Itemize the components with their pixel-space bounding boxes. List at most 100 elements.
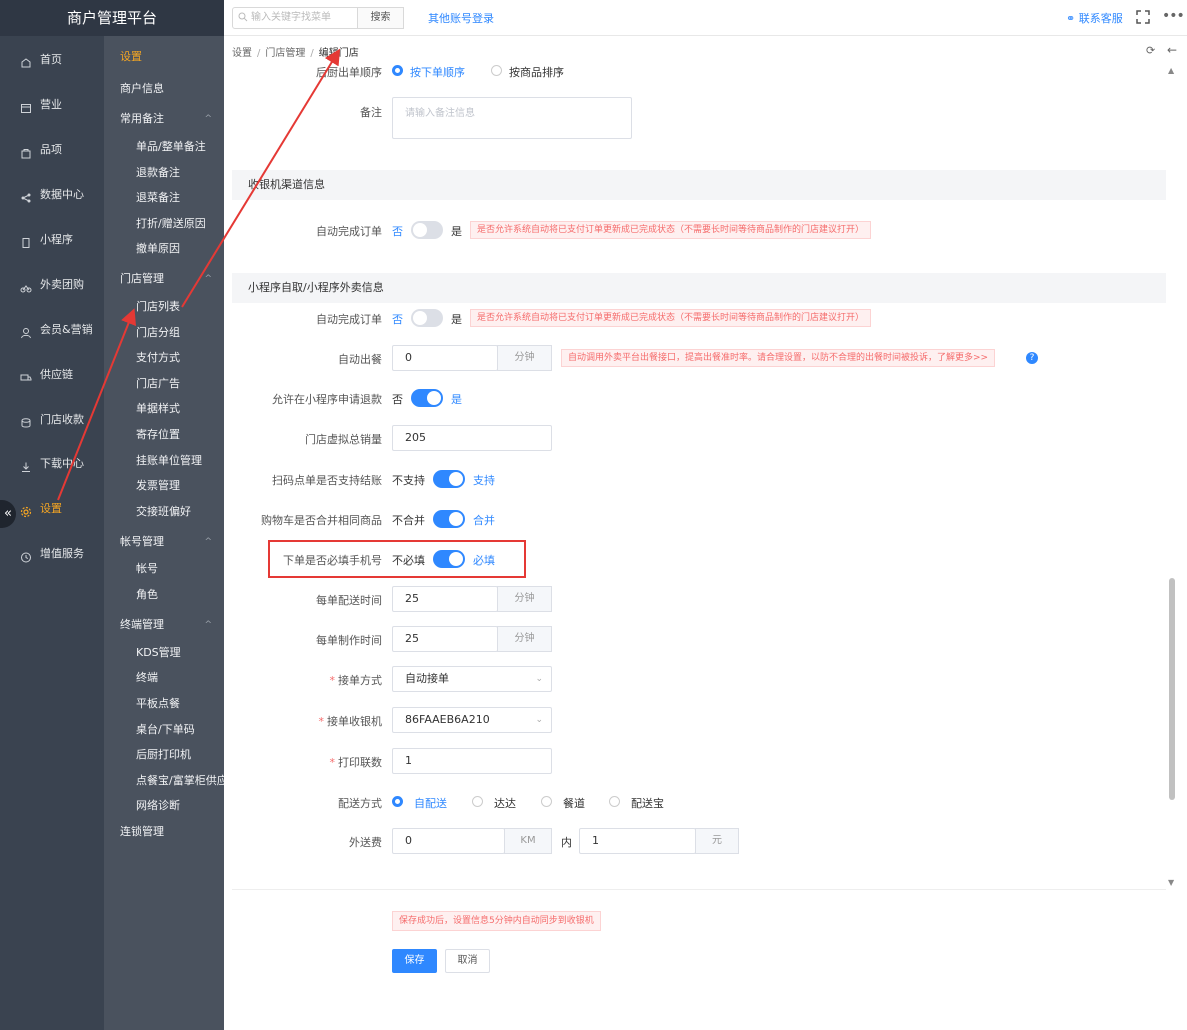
submenu-chain-management[interactable]: 连锁管理 [104,820,224,844]
scroll-up-icon[interactable]: ▲ [1168,66,1174,75]
submenu-item[interactable]: 点餐宝/富掌柜供应 [104,769,224,793]
more-icon[interactable]: ••• [1162,8,1185,24]
delivery-fee-input[interactable]: 1 [579,828,696,854]
submenu-item[interactable]: 挂账单位管理 [104,449,224,473]
save-sync-note: 保存成功后，设置信息5分钟内自动同步到收银机 [392,911,601,931]
nav-item-products[interactable]: 品项 [0,138,104,162]
radio-peisongbao[interactable] [609,796,620,807]
auto-complete-miniapp-toggle[interactable] [411,309,443,327]
submenu-item[interactable]: 单据样式 [104,397,224,421]
contact-support-link[interactable]: ⚭ 联系客服 [1066,10,1123,26]
nav-item-payments[interactable]: 门店收款 [0,408,104,432]
submenu-item[interactable]: 角色 [104,583,224,607]
submenu-item[interactable]: 发票管理 [104,474,224,498]
breadcrumb-current: 编辑门店 [318,48,359,59]
submenu-merchant-info[interactable]: 商户信息 [104,77,224,101]
submenu-item[interactable]: 单品/整单备注 [104,135,224,159]
submenu-item[interactable]: 桌台/下单码 [104,718,224,742]
submenu-group-remarks[interactable]: 常用备注 ^ [104,107,224,131]
nav-item-downloads[interactable]: 下载中心 [0,452,104,476]
refresh-icon[interactable]: ⟳ [1146,44,1155,57]
nav-label: 会员&营销 [40,323,93,336]
required-mark: * [329,674,336,687]
share-icon [20,189,34,203]
submenu-item[interactable]: 帐号 [104,557,224,581]
submenu-item[interactable]: 支付方式 [104,346,224,370]
toggle-knob [427,391,441,405]
nav-item-settings[interactable]: 设置 [0,497,104,521]
breadcrumb-item[interactable]: 门店管理 [265,48,305,59]
toggle-on-label: 是 [451,393,462,406]
search-button[interactable]: 搜索 [358,7,404,29]
submenu-item[interactable]: 门店分组 [104,321,224,345]
select-value: 自动接单 [405,672,449,685]
submenu-item[interactable]: 交接班偏好 [104,500,224,524]
submenu-item[interactable]: 寄存位置 [104,423,224,447]
home-icon [20,54,34,68]
remark-textarea[interactable]: 请输入备注信息 [392,97,632,139]
radio-order-by-product[interactable] [491,65,502,76]
prep-time-input[interactable]: 25 [392,626,498,652]
delivery-distance-input[interactable]: 0 [392,828,505,854]
prep-time-label: 每单制作时间 [316,634,382,647]
breadcrumb-separator: / [257,48,261,59]
order-sequence-label: 后厨出单顺序 [316,66,382,79]
cart-merge-toggle[interactable] [433,510,465,528]
submenu-item[interactable]: 打折/赠送原因 [104,212,224,236]
menu-search-input[interactable]: 输入关键字找菜单 [232,7,358,29]
cancel-button[interactable]: 取消 [445,949,490,973]
submenu-group-store[interactable]: 门店管理 ^ [104,267,224,291]
nav-item-value-added[interactable]: 增值服务 [0,542,104,566]
submenu-item[interactable]: 终端 [104,666,224,690]
auto-dispatch-input[interactable]: 0 [392,345,498,371]
auto-complete-cashier-toggle[interactable] [411,221,443,239]
radio-self-delivery[interactable] [392,796,403,807]
other-account-login-link[interactable]: 其他账号登录 [428,10,494,26]
scroll-down-icon[interactable]: ▼ [1168,878,1174,887]
submenu-item[interactable]: 网络诊断 [104,794,224,818]
virtual-sales-input[interactable]: 205 [392,425,552,451]
submenu-item[interactable]: 撤单原因 [104,237,224,261]
delivery-time-input[interactable]: 25 [392,586,498,612]
nav-label: 设置 [40,502,62,515]
back-arrow-icon[interactable]: ← [1167,43,1177,57]
nav-item-data-center[interactable]: 数据中心 [0,183,104,207]
radio-candao[interactable] [541,796,552,807]
toggle-on-label: 合并 [473,514,495,527]
submenu-item[interactable]: 平板点餐 [104,692,224,716]
accept-cashier-select[interactable]: 86FAAEB6A210 ⌄ [392,707,552,733]
nav-item-business[interactable]: 营业 [0,93,104,117]
toggle-off-label: 不合并 [392,514,425,527]
print-copies-input[interactable]: 1 [392,748,552,774]
fullscreen-icon[interactable] [1136,10,1150,24]
radio-dada[interactable] [472,796,483,807]
headset-icon: ⚭ [1066,12,1079,25]
nav-item-home[interactable]: 首页 [0,48,104,72]
help-icon[interactable]: ? [1026,352,1038,364]
remark-label: 备注 [360,106,382,119]
submenu-item[interactable]: 后厨打印机 [104,743,224,767]
submenu-item[interactable]: 退款备注 [104,161,224,185]
scan-checkout-toggle[interactable] [433,470,465,488]
accept-mode-select[interactable]: 自动接单 ⌄ [392,666,552,692]
save-button[interactable]: 保存 [392,949,437,973]
radio-order-by-time[interactable] [392,65,403,76]
submenu-item[interactable]: 门店广告 [104,372,224,396]
nav-item-miniapp[interactable]: 小程序 [0,228,104,252]
breadcrumb: 设置 / 门店管理 / 编辑门店 [232,44,359,59]
submenu-item[interactable]: KDS管理 [104,641,224,665]
unit-addon: 分钟 [497,345,552,371]
nav-item-members[interactable]: 会员&营销 [0,318,104,342]
submenu-item[interactable]: 退菜备注 [104,186,224,210]
nav-item-supply-chain[interactable]: 供应链 [0,363,104,387]
nav-item-takeout[interactable]: 外卖团购 [0,273,104,297]
truck-icon [20,369,34,381]
scrollbar-thumb[interactable] [1169,578,1175,800]
submenu-item-store-list[interactable]: 门店列表 [104,295,224,319]
allow-refund-toggle[interactable] [411,389,443,407]
submenu-group-accounts[interactable]: 帐号管理 ^ [104,530,224,554]
submenu-group-terminals[interactable]: 终端管理 ^ [104,613,224,637]
within-label: 内 [561,836,572,849]
breadcrumb-item[interactable]: 设置 [232,48,252,59]
download-icon [20,458,34,472]
